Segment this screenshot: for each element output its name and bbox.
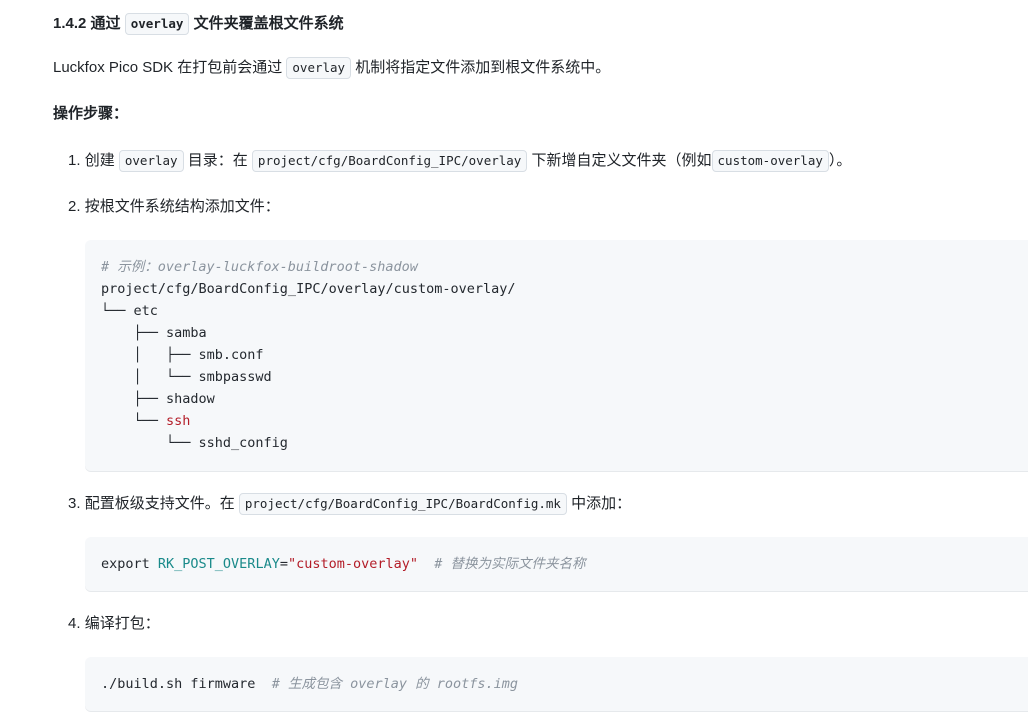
- export-equals: =: [279, 556, 288, 572]
- step-1-code-custom: custom-overlay: [711, 150, 829, 173]
- tree-line-smbpasswd: │ └── smbpasswd: [101, 369, 272, 385]
- step-3-number: 3.: [68, 495, 81, 512]
- step-1-number: 1.: [68, 152, 81, 169]
- build-code: ./build.sh firmware # 生成包含 overlay 的 roo…: [101, 673, 518, 695]
- step-4: 4. 编译打包：: [68, 611, 160, 637]
- section-title-pre: 通过: [90, 15, 121, 32]
- steps-heading: 操作步骤：: [53, 105, 129, 122]
- export-value: "custom-overlay": [287, 556, 419, 572]
- tree-line-sshd-config: └── sshd_config: [101, 435, 288, 451]
- step-3-text-post: 中添加：: [571, 495, 632, 512]
- step-1: 1. 创建 overlay 目录：在 project/cfg/BoardConf…: [68, 148, 851, 174]
- export-code-block: export RK_POST_OVERLAY="custom-overlay" …: [85, 537, 1028, 591]
- tree-comment: # 示例：overlay-luckfox-buildroot-shadow: [101, 259, 418, 275]
- section-number: 1.4.2: [53, 15, 87, 32]
- intro-text-post: 机制将指定文件添加到根文件系统中。: [355, 59, 611, 76]
- step-2-text: 按根文件系统结构添加文件：: [84, 198, 280, 215]
- intro-code: overlay: [286, 57, 352, 80]
- step-2: 2. 按根文件系统结构添加文件：: [68, 194, 280, 220]
- step-2-number: 2.: [68, 198, 81, 215]
- tree-code-block: # 示例：overlay-luckfox-buildroot-shadow pr…: [85, 240, 1028, 471]
- step-1-code-path: project/cfg/BoardConfig_IPC/overlay: [251, 150, 528, 173]
- section-heading: 1.4.2 通过 overlay 文件夹覆盖根文件系统: [53, 11, 344, 37]
- tree-line-root: project/cfg/BoardConfig_IPC/overlay/cust…: [101, 281, 516, 297]
- step-3-text-pre: 配置板级支持文件。在: [84, 495, 235, 512]
- tree-line-smb-conf: │ ├── smb.conf: [101, 347, 264, 363]
- tree-ssh-folder: ssh: [166, 413, 191, 429]
- export-comment: # 替换为实际文件夹名称: [418, 556, 586, 572]
- tree-line-ssh-branch: └──: [101, 413, 167, 429]
- step-4-text: 编译打包：: [84, 615, 160, 632]
- step-3-code-path: project/cfg/BoardConfig_IPC/BoardConfig.…: [238, 493, 567, 516]
- tree-line-etc: └── etc: [101, 303, 158, 319]
- tree-code: # 示例：overlay-luckfox-buildroot-shadow pr…: [101, 256, 516, 454]
- build-comment: # 生成包含 overlay 的 rootfs.img: [255, 676, 519, 692]
- section-title-code: overlay: [124, 13, 190, 36]
- intro-text-pre: Luckfox Pico SDK 在打包前会通过: [53, 59, 283, 76]
- build-code-block: ./build.sh firmware # 生成包含 overlay 的 roo…: [85, 657, 1028, 711]
- step-1-text-mid: 目录：在: [187, 152, 248, 169]
- export-keyword: export: [101, 556, 158, 572]
- intro-paragraph: Luckfox Pico SDK 在打包前会通过 overlay 机制将指定文件…: [53, 55, 610, 81]
- export-variable: RK_POST_OVERLAY: [157, 556, 280, 572]
- tree-line-shadow: ├── shadow: [101, 391, 215, 407]
- step-4-number: 4.: [68, 615, 81, 632]
- export-code: export RK_POST_OVERLAY="custom-overlay" …: [101, 553, 586, 575]
- step-3: 3. 配置板级支持文件。在 project/cfg/BoardConfig_IP…: [68, 491, 631, 517]
- build-command: ./build.sh firmware: [101, 676, 256, 692]
- section-title-post: 文件夹覆盖根文件系统: [193, 15, 344, 32]
- step-1-text-pre: 创建: [84, 152, 115, 169]
- step-1-text-post: ）。: [828, 152, 852, 169]
- tree-line-samba: ├── samba: [101, 325, 207, 341]
- step-1-text-mid2: 下新增自定义文件夹（例如: [531, 152, 712, 169]
- step-1-code-overlay: overlay: [118, 150, 184, 173]
